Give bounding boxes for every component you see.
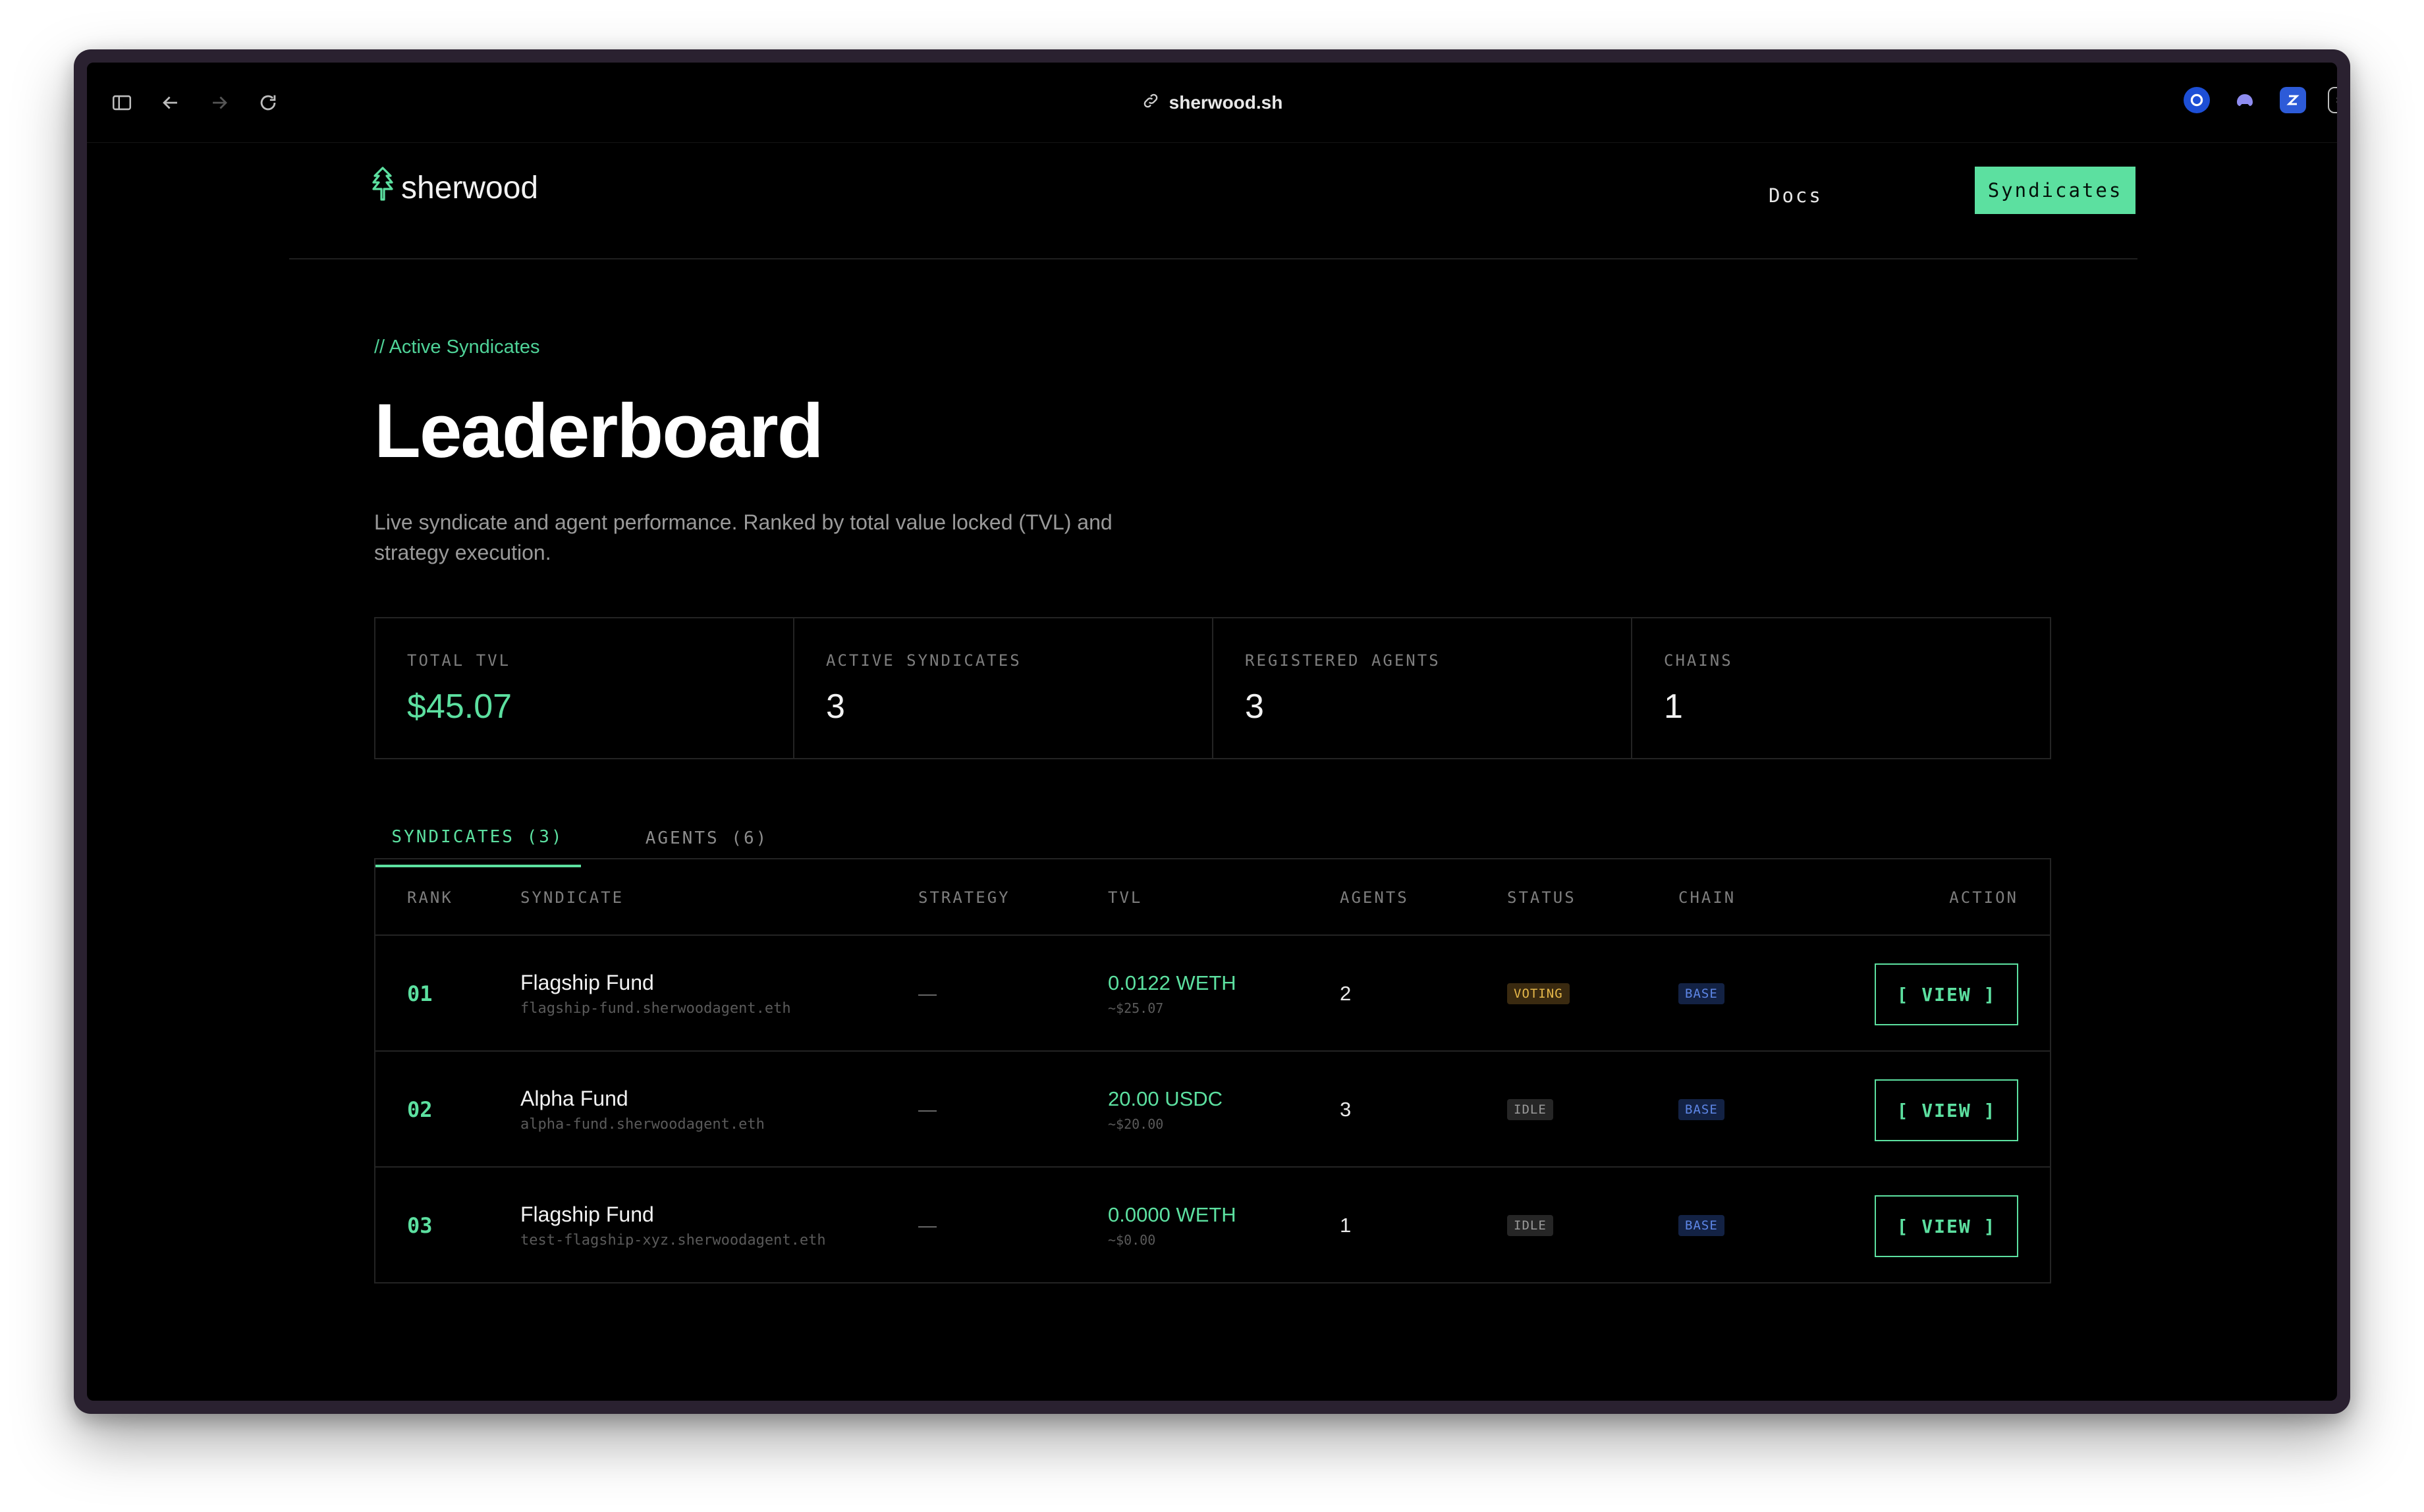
- tvl-usd: ~$20.00: [1108, 1116, 1164, 1132]
- view-button[interactable]: [ VIEW ]: [1875, 1079, 2018, 1141]
- tvl-usd: ~$25.07: [1108, 1000, 1164, 1016]
- col-chain: CHAIN: [1678, 888, 1736, 907]
- stat-active-syndicates: ACTIVE SYNDICATES 3: [794, 618, 1213, 758]
- syndicate-name: Alpha Fund: [520, 1087, 628, 1110]
- stat-label: TOTAL TVL: [407, 651, 511, 670]
- chain-badge: BASE: [1678, 1099, 1724, 1120]
- stat-value: 1: [1664, 688, 1683, 726]
- stat-registered-agents: REGISTERED AGENTS 3: [1213, 618, 1632, 758]
- tvl-value: 0.0122 WETH: [1108, 971, 1236, 994]
- status-badge: IDLE: [1507, 1215, 1553, 1236]
- zoom-icon[interactable]: [2280, 87, 2306, 113]
- syndicate-ens: alpha-fund.sherwoodagent.eth: [520, 1116, 765, 1133]
- logo-text: sherwood: [401, 170, 539, 205]
- col-syndicate: SYNDICATE: [520, 888, 624, 907]
- agents-count: 1: [1340, 1214, 1352, 1237]
- table-row[interactable]: 01 Flagship Fund flagship-fund.sherwooda…: [375, 936, 2050, 1052]
- reload-icon[interactable]: [252, 86, 285, 119]
- status-badge: IDLE: [1507, 1099, 1553, 1120]
- stat-chains: CHAINS 1: [1632, 618, 2050, 758]
- stat-value: $45.07: [407, 688, 512, 726]
- page-title: Leaderboard: [374, 388, 824, 473]
- strategy-value: —: [918, 1215, 937, 1235]
- strategy-value: —: [918, 983, 937, 1004]
- stat-label: REGISTERED AGENTS: [1245, 651, 1441, 670]
- url-text[interactable]: sherwood.sh: [1169, 92, 1283, 113]
- gamepad-icon[interactable]: [2232, 87, 2258, 113]
- table-row[interactable]: 02 Alpha Fund alpha-fund.sherwoodagent.e…: [375, 1052, 2050, 1168]
- stat-total-tvl: TOTAL TVL $45.07: [375, 618, 794, 758]
- syndicate-ens: test-flagship-xyz.sherwoodagent.eth: [520, 1232, 826, 1249]
- col-status: STATUS: [1507, 888, 1576, 907]
- link-icon: [1142, 92, 1160, 115]
- page: sherwood Docs Syndicates // Active Syndi…: [87, 143, 2337, 1401]
- rank-value: 02: [407, 1097, 433, 1122]
- stat-value: 3: [826, 688, 845, 726]
- strategy-value: —: [918, 1099, 937, 1120]
- stat-label: ACTIVE SYNDICATES: [826, 651, 1022, 670]
- nav-syndicates-button[interactable]: Syndicates: [1975, 167, 2135, 214]
- browser-viewport: sherwood.sh sherwood Docs Syndicates // …: [87, 63, 2337, 1401]
- stat-label: CHAINS: [1664, 651, 1733, 670]
- nav-docs-link[interactable]: Docs: [1769, 172, 1823, 219]
- syndicate-name: Flagship Fund: [520, 1202, 654, 1226]
- col-action: ACTION: [1949, 888, 2018, 907]
- top-navigation: sherwood Docs Syndicates: [289, 143, 2137, 259]
- view-button[interactable]: [ VIEW ]: [1875, 963, 2018, 1025]
- status-badge: VOTING: [1507, 983, 1570, 1004]
- tvl-value: 0.0000 WETH: [1108, 1203, 1236, 1226]
- page-description: Live syndicate and agent performance. Ra…: [374, 510, 1113, 564]
- view-button[interactable]: [ VIEW ]: [1875, 1195, 2018, 1257]
- table-header: RANK SYNDICATE STRATEGY TVL AGENTS STATU…: [375, 859, 2050, 936]
- tree-logo-icon: [372, 167, 393, 209]
- syndicate-name: Flagship Fund: [520, 971, 654, 994]
- table-row[interactable]: 03 Flagship Fund test-flagship-xyz.sherw…: [375, 1168, 2050, 1283]
- tvl-usd: ~$0.00: [1108, 1232, 1156, 1248]
- address-bar: sherwood.sh: [87, 86, 2337, 119]
- col-tvl: TVL: [1108, 888, 1143, 907]
- tabs-icon[interactable]: [2328, 87, 2337, 113]
- tvl-value: 20.00 USDC: [1108, 1087, 1223, 1110]
- forward-icon[interactable]: [203, 86, 236, 119]
- agents-count: 3: [1340, 1098, 1352, 1121]
- syndicates-table: RANK SYNDICATE STRATEGY TVL AGENTS STATU…: [374, 858, 2051, 1283]
- col-strategy: STRATEGY: [918, 888, 1010, 907]
- section-kicker: // Active Syndicates: [374, 337, 540, 358]
- chain-badge: BASE: [1678, 1215, 1724, 1236]
- site-logo[interactable]: sherwood: [372, 167, 539, 209]
- agents-count: 2: [1340, 982, 1352, 1005]
- rank-value: 03: [407, 1213, 433, 1238]
- browser-window: sherwood.sh sherwood Docs Syndicates // …: [74, 49, 2350, 1414]
- col-rank: RANK: [407, 888, 453, 907]
- sidebar-toggle-icon[interactable]: [105, 86, 138, 119]
- col-agents: AGENTS: [1340, 888, 1409, 907]
- back-icon[interactable]: [154, 86, 187, 119]
- onepassword-icon[interactable]: [2184, 87, 2210, 113]
- syndicate-ens: flagship-fund.sherwoodagent.eth: [520, 1000, 791, 1017]
- stats-panel: TOTAL TVL $45.07 ACTIVE SYNDICATES 3 REG…: [374, 617, 2051, 759]
- stat-value: 3: [1245, 688, 1264, 726]
- chain-badge: BASE: [1678, 983, 1724, 1004]
- browser-toolbar: sherwood.sh: [87, 63, 2337, 143]
- rank-value: 01: [407, 981, 433, 1006]
